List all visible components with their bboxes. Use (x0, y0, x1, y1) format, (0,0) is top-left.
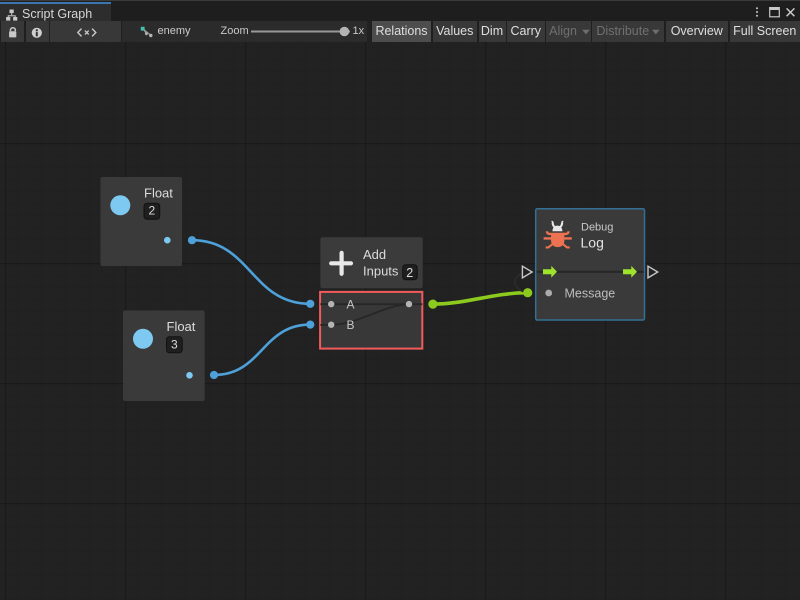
svg-text:Float: Float (167, 319, 196, 334)
svg-text:2: 2 (148, 204, 155, 218)
svg-text:Add: Add (363, 247, 386, 262)
svg-text:B: B (347, 318, 355, 332)
svg-text:Debug: Debug (581, 222, 613, 234)
svg-text:A: A (347, 298, 355, 312)
svg-text:Message: Message (565, 287, 616, 301)
svg-text:2: 2 (406, 266, 413, 280)
svg-text:Log: Log (581, 234, 604, 250)
svg-text:Float: Float (144, 186, 173, 201)
svg-text:Inputs: Inputs (363, 264, 399, 279)
svg-text:3: 3 (171, 337, 178, 351)
